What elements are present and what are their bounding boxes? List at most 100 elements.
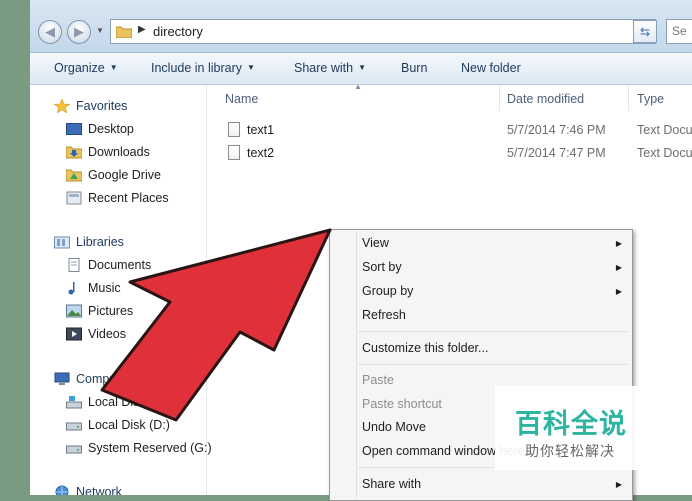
- nav-local-disk-d[interactable]: Local Disk (D:): [66, 416, 170, 434]
- burn-button[interactable]: Burn: [401, 61, 427, 75]
- file-name: text1: [247, 123, 275, 137]
- caret-down-icon: ▼: [358, 63, 366, 72]
- star-icon: [54, 99, 70, 113]
- menu-item-paste[interactable]: Paste: [362, 369, 394, 391]
- file-date: 5/7/2014 7:46 PM: [507, 123, 606, 137]
- column-divider[interactable]: [499, 85, 500, 111]
- file-date: 5/7/2014 7:47 PM: [507, 146, 606, 160]
- menu-item-paste-shortcut[interactable]: Paste shortcut: [362, 393, 442, 415]
- nav-system-reserved[interactable]: System Reserved (G:): [66, 439, 212, 457]
- recent-pages-chevron-icon[interactable]: ▼: [96, 26, 104, 35]
- nav-videos[interactable]: Videos: [66, 325, 126, 343]
- google-drive-folder-icon: [66, 169, 82, 182]
- nav-local-disk-d-label: Local Disk (D:): [88, 418, 170, 432]
- watermark-logo: 百科全说: [515, 409, 627, 439]
- breadcrumb-separator-icon[interactable]: ▶: [138, 24, 146, 35]
- file-row-text2[interactable]: text2 5/7/2014 7:47 PM Text Document: [228, 144, 692, 162]
- column-header-type[interactable]: Type: [637, 85, 664, 118]
- menu-item-sort-by[interactable]: Sort by: [362, 256, 627, 278]
- menu-item-label: View: [362, 236, 389, 250]
- nav-system-reserved-label: System Reserved (G:): [88, 441, 212, 455]
- nav-downloads[interactable]: Downloads: [66, 143, 150, 161]
- computer-icon: [54, 372, 70, 385]
- folder-icon: [116, 26, 132, 38]
- nav-network-label: Network: [76, 485, 122, 495]
- nav-music-label: Music: [88, 281, 121, 295]
- menu-item-label: Sort by: [362, 260, 402, 274]
- share-with-label: Share with: [294, 61, 354, 75]
- pictures-icon: [66, 304, 82, 318]
- documents-icon: [68, 258, 80, 272]
- file-type: Text Document: [637, 146, 692, 160]
- address-bar[interactable]: ▶ directory ▼: [110, 19, 656, 44]
- file-type: Text Document: [637, 123, 692, 137]
- nav-pictures-label: Pictures: [88, 304, 134, 318]
- menu-item-label: Group by: [362, 284, 414, 298]
- nav-local-disk-c-label: Local Disk (C:): [88, 395, 170, 409]
- caret-down-icon: ▼: [247, 63, 255, 72]
- submenu-arrow-icon: ▶: [615, 263, 622, 272]
- nav-local-disk-c[interactable]: Local Disk (C:): [66, 393, 170, 411]
- nav-recent-places-label: Recent Places: [88, 191, 169, 205]
- include-in-library-label: Include in library: [151, 61, 243, 75]
- nav-libraries[interactable]: Libraries: [54, 233, 124, 251]
- new-folder-button[interactable]: New folder: [461, 61, 521, 75]
- text-file-icon: [228, 145, 240, 160]
- column-divider[interactable]: [628, 85, 629, 111]
- watermark-slogan: 助你轻松解决: [525, 443, 615, 459]
- back-button[interactable]: ◀: [38, 20, 62, 44]
- menu-item-view[interactable]: View: [362, 232, 627, 254]
- forward-arrow-icon: ▶: [74, 24, 84, 39]
- nav-favorites[interactable]: Favorites: [54, 97, 127, 115]
- text-file-icon: [228, 122, 240, 137]
- nav-recent-places[interactable]: Recent Places: [66, 189, 169, 207]
- network-icon: [55, 485, 69, 495]
- drive-icon: [66, 445, 82, 454]
- breadcrumb-path[interactable]: directory: [153, 24, 203, 39]
- back-arrow-icon: ◀: [45, 24, 55, 39]
- file-name: text2: [247, 146, 275, 160]
- nav-libraries-label: Libraries: [76, 235, 124, 249]
- music-icon: [68, 282, 75, 295]
- file-row-text1[interactable]: text1 5/7/2014 7:46 PM Text Document: [228, 121, 692, 139]
- menu-gutter: [356, 232, 357, 498]
- search-input[interactable]: Se: [666, 19, 692, 44]
- organize-button[interactable]: Organize ▼: [54, 61, 118, 75]
- nav-desktop[interactable]: Desktop: [66, 120, 134, 138]
- menu-item-label: Share with: [362, 477, 422, 491]
- refresh-button[interactable]: ⇆: [633, 20, 657, 43]
- menu-item-group-by[interactable]: Group by: [362, 280, 627, 302]
- nav-computer[interactable]: Computer: [54, 370, 131, 388]
- nav-google-drive-label: Google Drive: [88, 168, 161, 182]
- include-in-library-button[interactable]: Include in library ▼: [151, 61, 255, 75]
- drive-icon: [66, 422, 82, 431]
- submenu-arrow-icon: ▶: [615, 287, 622, 296]
- videos-icon: [66, 327, 82, 341]
- downloads-folder-icon: [66, 146, 82, 159]
- sort-ascending-icon: ▲: [354, 82, 362, 91]
- nav-google-drive[interactable]: Google Drive: [66, 166, 161, 184]
- menu-item-customize-folder[interactable]: Customize this folder...: [362, 337, 488, 359]
- menu-item-refresh[interactable]: Refresh: [362, 304, 406, 326]
- libraries-icon: [54, 236, 70, 249]
- column-header-name[interactable]: Name: [225, 85, 258, 118]
- nav-network[interactable]: Network: [54, 483, 122, 495]
- forward-button[interactable]: ▶: [67, 20, 91, 44]
- nav-documents[interactable]: Documents: [66, 256, 151, 274]
- nav-documents-label: Documents: [88, 258, 152, 272]
- menu-item-share-with[interactable]: Share with: [362, 473, 627, 495]
- recent-places-icon: [66, 191, 82, 205]
- column-header-date-modified[interactable]: Date modified: [507, 85, 584, 118]
- submenu-arrow-icon: ▶: [615, 480, 622, 489]
- caret-down-icon: ▼: [109, 63, 118, 72]
- nav-favorites-label: Favorites: [76, 99, 128, 113]
- nav-pictures[interactable]: Pictures: [66, 302, 133, 320]
- nav-music[interactable]: Music: [66, 279, 121, 297]
- nav-videos-label: Videos: [88, 327, 126, 341]
- menu-item-undo-move[interactable]: Undo Move: [362, 416, 426, 438]
- share-with-button[interactable]: Share with ▼: [294, 61, 366, 75]
- command-bar: Organize ▼ Include in library ▼ Share with…: [30, 53, 692, 85]
- system-drive-icon: [66, 396, 82, 409]
- organize-label: Organize: [54, 61, 105, 75]
- menu-separator: [358, 364, 628, 365]
